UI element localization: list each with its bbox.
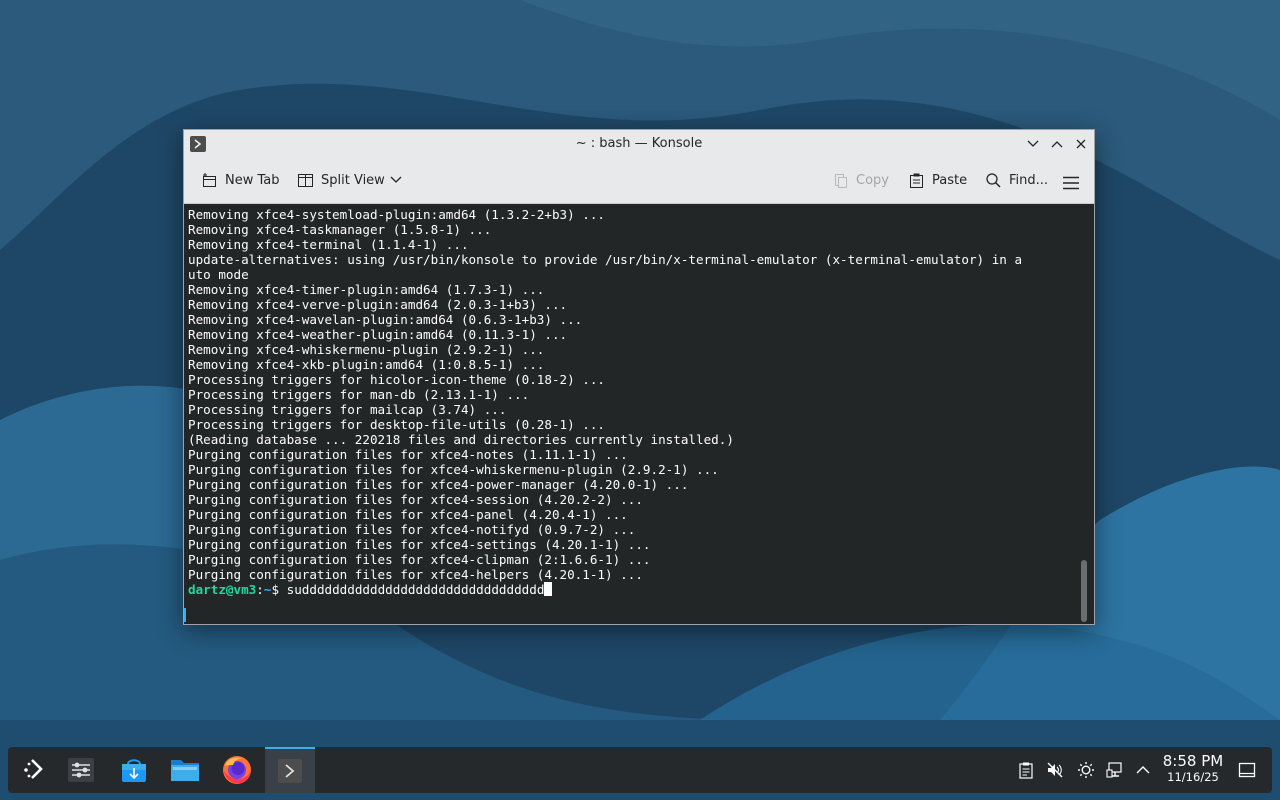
konsole-icon [278, 759, 302, 783]
discover-icon [122, 759, 146, 782]
application-launcher-button[interactable] [14, 751, 54, 789]
system-settings-icon [68, 758, 94, 782]
volume-muted-icon[interactable] [1046, 761, 1064, 779]
hamburger-menu-icon[interactable] [1062, 171, 1080, 195]
dolphin-icon [171, 760, 199, 781]
prompt-line[interactable]: dartz@vm3:~$ suddddddddddddddddddddddddd… [188, 582, 1068, 597]
terminal-line: Purging configuration files for xfce4-se… [188, 492, 643, 507]
terminal-line: update-alternatives: using /usr/bin/kons… [188, 252, 1023, 267]
terminal-line: (Reading database ... 220218 files and d… [188, 432, 734, 447]
terminal-line: Removing xfce4-weather-plugin:amd64 (0.1… [188, 327, 568, 342]
close-icon[interactable] [1072, 135, 1090, 153]
prompt-separator: : [256, 582, 264, 597]
terminal-line: Removing xfce4-timer-plugin:amd64 (1.7.3… [188, 282, 545, 297]
terminal-line: Purging configuration files for xfce4-he… [188, 567, 643, 582]
terminal-line: Processing triggers for man-db (2.13.1-1… [188, 387, 530, 402]
prompt-symbol: $ [271, 582, 287, 597]
paste-button[interactable]: Paste [908, 168, 967, 192]
terminal-line: Processing triggers for mailcap (3.74) .… [188, 402, 507, 417]
terminal-line: uto mode [188, 267, 249, 282]
konsole-task-active[interactable] [265, 747, 315, 793]
terminal-line: Removing xfce4-xkb-plugin:amd64 (1:0.8.5… [188, 357, 545, 372]
new-tab-button[interactable]: New Tab [201, 168, 280, 192]
terminal-line: Purging configuration files for xfce4-pa… [188, 507, 628, 522]
search-icon [986, 172, 1001, 188]
copy-label: Copy [856, 172, 889, 188]
find-label: Find... [1009, 172, 1049, 188]
terminal-line: Removing xfce4-systemload-plugin:amd64 (… [188, 207, 606, 222]
clock-date: 11/16/25 [1167, 770, 1219, 784]
clipboard-icon[interactable] [1017, 761, 1035, 779]
terminal-line: Removing xfce4-whiskermenu-plugin (2.9.2… [188, 342, 545, 357]
focus-marker [184, 608, 186, 622]
paste-icon [910, 173, 923, 188]
konsole-window: ~ : bash — Konsole New Tab Split View Co… [183, 129, 1095, 625]
terminal-line: Purging configuration files for xfce4-wh… [188, 462, 719, 477]
discover-task[interactable] [114, 751, 154, 789]
digital-clock[interactable]: 8:58 PM 11/16/25 [1159, 752, 1227, 785]
terminal-line: Purging configuration files for xfce4-no… [188, 447, 628, 462]
split-view-button[interactable]: Split View [297, 168, 385, 192]
brightness-icon[interactable] [1077, 761, 1095, 779]
window-title: ~ : bash — Konsole [575, 136, 703, 151]
application-launcher-icon [24, 759, 43, 779]
dolphin-task[interactable] [165, 751, 205, 789]
terminal-output: Removing xfce4-systemload-plugin:amd64 (… [188, 207, 1068, 597]
terminal-view[interactable]: Removing xfce4-systemload-plugin:amd64 (… [184, 204, 1094, 624]
network-icon[interactable] [1106, 761, 1124, 779]
terminal-line: Removing xfce4-terminal (1.1.4-1) ... [188, 237, 469, 252]
split-view-icon [298, 173, 313, 187]
command-input[interactable]: sudddddddddddddddddddddddddddddddd [287, 582, 545, 597]
new-tab-label: New Tab [225, 172, 280, 188]
maximize-icon[interactable] [1048, 135, 1066, 153]
system-settings-task[interactable] [61, 751, 101, 789]
title-bar[interactable]: ~ : bash — Konsole [184, 130, 1094, 158]
firefox-icon [223, 756, 251, 784]
terminal-line: Removing xfce4-wavelan-plugin:amd64 (0.6… [188, 312, 583, 327]
taskbar: 8:58 PM 11/16/25 [8, 747, 1272, 793]
copy-icon [835, 173, 847, 188]
text-cursor [544, 582, 553, 596]
minimize-icon[interactable] [1024, 135, 1042, 153]
terminal-line: Purging configuration files for xfce4-po… [188, 477, 689, 492]
terminal-line: Processing triggers for desktop-file-uti… [188, 417, 606, 432]
clock-time: 8:58 PM [1162, 752, 1224, 770]
terminal-line: Processing triggers for hicolor-icon-the… [188, 372, 606, 387]
prompt-user: dartz@vm3 [188, 582, 257, 597]
firefox-task[interactable] [217, 751, 257, 789]
terminal-line: Removing xfce4-verve-plugin:amd64 (2.0.3… [188, 297, 568, 312]
chevron-up-icon[interactable] [1134, 761, 1152, 779]
terminal-line: Purging configuration files for xfce4-no… [188, 522, 636, 537]
show-desktop-icon[interactable] [1238, 761, 1256, 779]
terminal-line: Purging configuration files for xfce4-se… [188, 537, 651, 552]
find-button[interactable]: Find... [985, 168, 1048, 192]
split-view-label: Split View [321, 172, 385, 188]
toolbar: New Tab Split View Copy Paste Find... [184, 158, 1094, 204]
scrollbar-thumb[interactable] [1081, 560, 1087, 622]
terminal-line: Purging configuration files for xfce4-cl… [188, 552, 651, 567]
copy-button[interactable]: Copy [832, 168, 889, 192]
chevron-down-icon[interactable] [389, 174, 403, 186]
terminal-line: Removing xfce4-taskmanager (1.5.8-1) ... [188, 222, 492, 237]
paste-label: Paste [932, 172, 968, 188]
new-tab-icon [203, 172, 216, 187]
